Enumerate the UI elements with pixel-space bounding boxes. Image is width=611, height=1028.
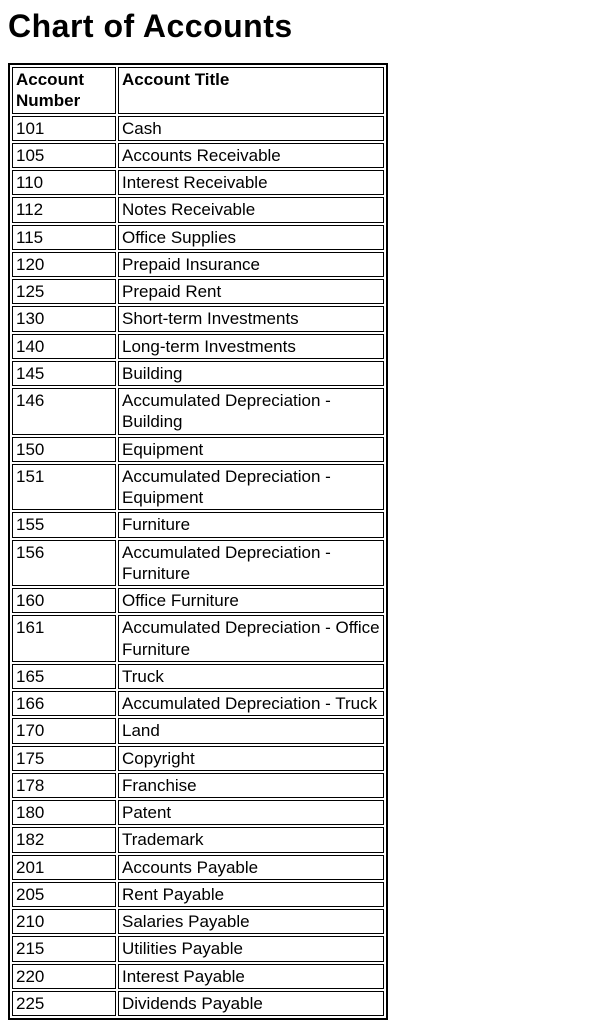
account-number-cell: 112 (12, 197, 116, 222)
table-row: 145Building (12, 361, 384, 386)
account-title-cell: Accounts Receivable (118, 143, 384, 168)
column-header-account-number: Account Number (12, 67, 116, 114)
table-row: 125Prepaid Rent (12, 279, 384, 304)
account-number-cell: 178 (12, 773, 116, 798)
account-title-cell: Cash (118, 116, 384, 141)
table-row: 215Utilities Payable (12, 936, 384, 961)
table-row: 175Copyright (12, 746, 384, 771)
page-title: Chart of Accounts (8, 8, 603, 45)
table-row: 146Accumulated Depreciation - Building (12, 388, 384, 435)
account-title-cell: Long-term Investments (118, 334, 384, 359)
account-number-cell: 215 (12, 936, 116, 961)
account-title-cell: Prepaid Insurance (118, 252, 384, 277)
table-row: 150Equipment (12, 437, 384, 462)
account-number-cell: 140 (12, 334, 116, 359)
table-row: 110Interest Receivable (12, 170, 384, 195)
table-row: 210Salaries Payable (12, 909, 384, 934)
account-title-cell: Rent Payable (118, 882, 384, 907)
account-number-cell: 175 (12, 746, 116, 771)
account-number-cell: 115 (12, 225, 116, 250)
account-number-cell: 161 (12, 615, 116, 662)
account-title-cell: Equipment (118, 437, 384, 462)
account-title-cell: Trademark (118, 827, 384, 852)
account-title-cell: Truck (118, 664, 384, 689)
table-row: 155Furniture (12, 512, 384, 537)
account-title-cell: Furniture (118, 512, 384, 537)
table-row: 178Franchise (12, 773, 384, 798)
account-title-cell: Accumulated Depreciation - Equipment (118, 464, 384, 511)
table-row: 115Office Supplies (12, 225, 384, 250)
account-title-cell: Notes Receivable (118, 197, 384, 222)
table-row: 220Interest Payable (12, 964, 384, 989)
table-row: 112Notes Receivable (12, 197, 384, 222)
table-row: 166Accumulated Depreciation - Truck (12, 691, 384, 716)
column-header-account-title: Account Title (118, 67, 384, 114)
account-number-cell: 170 (12, 718, 116, 743)
account-number-cell: 210 (12, 909, 116, 934)
account-number-cell: 160 (12, 588, 116, 613)
table-row: 201Accounts Payable (12, 855, 384, 880)
account-number-cell: 151 (12, 464, 116, 511)
table-row: 130Short-term Investments (12, 306, 384, 331)
table-row: 105Accounts Receivable (12, 143, 384, 168)
account-title-cell: Franchise (118, 773, 384, 798)
account-number-cell: 180 (12, 800, 116, 825)
account-title-cell: Accumulated Depreciation - Truck (118, 691, 384, 716)
account-number-cell: 130 (12, 306, 116, 331)
account-number-cell: 182 (12, 827, 116, 852)
table-row: 140Long-term Investments (12, 334, 384, 359)
account-number-cell: 205 (12, 882, 116, 907)
account-title-cell: Short-term Investments (118, 306, 384, 331)
account-title-cell: Prepaid Rent (118, 279, 384, 304)
table-row: 180Patent (12, 800, 384, 825)
account-number-cell: 156 (12, 540, 116, 587)
table-row: 151Accumulated Depreciation - Equipment (12, 464, 384, 511)
table-row: 225Dividends Payable (12, 991, 384, 1016)
account-number-cell: 220 (12, 964, 116, 989)
account-title-cell: Accumulated Depreciation - Furniture (118, 540, 384, 587)
account-number-cell: 155 (12, 512, 116, 537)
account-title-cell: Salaries Payable (118, 909, 384, 934)
account-number-cell: 165 (12, 664, 116, 689)
account-number-cell: 110 (12, 170, 116, 195)
account-title-cell: Interest Receivable (118, 170, 384, 195)
account-title-cell: Dividends Payable (118, 991, 384, 1016)
table-row: 120Prepaid Insurance (12, 252, 384, 277)
accounts-table: Account Number Account Title 101Cash105A… (8, 63, 388, 1020)
account-title-cell: Utilities Payable (118, 936, 384, 961)
account-number-cell: 105 (12, 143, 116, 168)
account-title-cell: Copyright (118, 746, 384, 771)
account-number-cell: 125 (12, 279, 116, 304)
account-number-cell: 201 (12, 855, 116, 880)
account-number-cell: 120 (12, 252, 116, 277)
account-number-cell: 166 (12, 691, 116, 716)
account-title-cell: Accounts Payable (118, 855, 384, 880)
account-title-cell: Building (118, 361, 384, 386)
account-title-cell: Patent (118, 800, 384, 825)
table-row: 165Truck (12, 664, 384, 689)
account-number-cell: 145 (12, 361, 116, 386)
account-title-cell: Land (118, 718, 384, 743)
table-row: 182Trademark (12, 827, 384, 852)
account-title-cell: Office Supplies (118, 225, 384, 250)
accounts-table-header-row: Account Number Account Title (12, 67, 384, 114)
account-number-cell: 225 (12, 991, 116, 1016)
account-number-cell: 150 (12, 437, 116, 462)
account-title-cell: Accumulated Depreciation - Building (118, 388, 384, 435)
table-row: 205Rent Payable (12, 882, 384, 907)
account-title-cell: Accumulated Depreciation - Office Furnit… (118, 615, 384, 662)
account-number-cell: 101 (12, 116, 116, 141)
account-title-cell: Office Furniture (118, 588, 384, 613)
table-row: 156Accumulated Depreciation - Furniture (12, 540, 384, 587)
account-title-cell: Interest Payable (118, 964, 384, 989)
account-number-cell: 146 (12, 388, 116, 435)
table-row: 170Land (12, 718, 384, 743)
table-row: 160Office Furniture (12, 588, 384, 613)
table-row: 161Accumulated Depreciation - Office Fur… (12, 615, 384, 662)
table-row: 101Cash (12, 116, 384, 141)
